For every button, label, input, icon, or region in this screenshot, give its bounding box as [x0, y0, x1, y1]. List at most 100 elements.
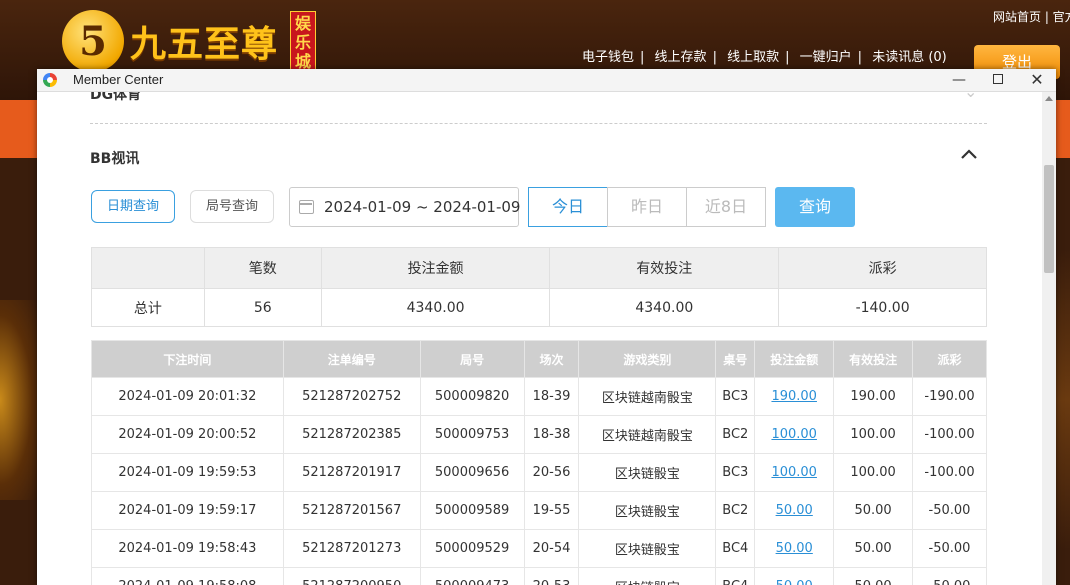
bet-amount-link[interactable]: 50.00	[776, 579, 813, 585]
table-cell: BC2	[715, 415, 756, 454]
table-cell: 2024-01-09 19:59:17	[91, 491, 284, 530]
nav-consolidate[interactable]: 一键归户	[800, 50, 852, 65]
summary-header-row: 笔数 投注金额 有效投注 派彩	[91, 247, 987, 289]
table-cell: 521287202385	[282, 415, 421, 454]
table-cell: 50.00	[833, 491, 914, 530]
table-cell: 100.00	[754, 453, 835, 492]
window-title: Member Center	[73, 72, 164, 87]
logo-emblem: 5	[62, 10, 124, 72]
tab-date-query[interactable]: 日期查询	[91, 190, 175, 223]
nav-wallet[interactable]: 电子钱包	[582, 50, 634, 65]
table-cell: 521287202752	[282, 377, 421, 416]
date-range-value: 2024-01-09 ~ 2024-01-09	[324, 198, 521, 216]
bet-amount-link[interactable]: 100.00	[771, 427, 817, 442]
bet-amount-link[interactable]: 190.00	[771, 389, 817, 404]
site-logo[interactable]: 5 九五至尊 娱乐城	[62, 10, 317, 72]
table-cell: 500009529	[419, 529, 525, 568]
payout-cell: -50.00	[912, 529, 987, 568]
column-header: 有效投注	[833, 340, 914, 378]
bet-details-table: 下注时间 注单编号 局号 场次 游戏类别 桌号 投注金额 有效投注 派彩 202…	[91, 340, 987, 585]
nav-withdraw[interactable]: 线上取款	[727, 50, 779, 65]
table-cell: 19-55	[523, 491, 580, 530]
table-row: 2024-01-09 20:01:32 521287202752 500009820…	[91, 377, 987, 416]
summary-header: 有效投注	[549, 247, 780, 289]
summary-cell: 总计	[91, 288, 205, 327]
column-header: 派彩	[912, 340, 987, 378]
background-decoration-left	[0, 300, 38, 500]
table-cell: 20-53	[523, 567, 580, 585]
table-cell: 18-39	[523, 377, 580, 416]
table-row: 2024-01-09 20:00:52 521287202385 500009753…	[91, 415, 987, 454]
table-cell: 20-54	[523, 529, 580, 568]
bet-amount-link[interactable]: 50.00	[776, 503, 813, 518]
table-cell: 区块链骰宝	[578, 529, 717, 568]
yesterday-button[interactable]: 昨日	[607, 187, 687, 227]
table-cell: 521287201567	[282, 491, 421, 530]
table-cell: 50.00	[754, 529, 835, 568]
payout-cell: -50.00	[912, 491, 987, 530]
table-cell: 2024-01-09 20:00:52	[91, 415, 284, 454]
nav-messages[interactable]: 未读讯息 (0)	[872, 50, 947, 65]
background-decoration-right	[1056, 250, 1070, 550]
table-cell: 18-38	[523, 415, 580, 454]
column-header: 注单编号	[282, 340, 421, 378]
column-header: 下注时间	[91, 340, 284, 378]
date-range-input[interactable]: 2024-01-09 ~ 2024-01-09	[289, 187, 521, 227]
section-dg-sports[interactable]: DG体育 ⌄	[90, 92, 987, 124]
maximize-button[interactable]	[978, 69, 1018, 92]
table-cell: 500009656	[419, 453, 525, 492]
section-bb-label: BB视讯	[90, 151, 140, 167]
table-cell: 521287201273	[282, 529, 421, 568]
table-cell: BC3	[715, 453, 756, 492]
vertical-scrollbar[interactable]	[1042, 92, 1056, 585]
table-row: 2024-01-09 19:59:53 521287201917 500009656…	[91, 453, 987, 492]
table-cell: 50.00	[754, 567, 835, 585]
chevron-down-icon: ⌄	[964, 92, 977, 101]
today-button[interactable]: 今日	[528, 187, 608, 227]
details-header-row: 下注时间 注单编号 局号 场次 游戏类别 桌号 投注金额 有效投注 派彩	[91, 340, 987, 378]
table-cell: BC4	[715, 529, 756, 568]
window-titlebar[interactable]: Member Center — ✕	[37, 69, 1056, 92]
scroll-up-icon[interactable]	[1045, 96, 1053, 101]
summary-header	[91, 247, 205, 289]
minimize-button[interactable]: —	[939, 69, 979, 92]
table-cell: 100.00	[754, 415, 835, 454]
table-cell: BC3	[715, 377, 756, 416]
table-cell: 521287200950	[282, 567, 421, 585]
scrollbar-thumb[interactable]	[1044, 165, 1054, 273]
payout-cell: -100.00	[912, 453, 987, 492]
tab-round-query[interactable]: 局号查询	[190, 190, 274, 223]
top-links[interactable]: 网站首页 | 官方	[993, 8, 1070, 25]
summary-total-row: 总计 56 4340.00 4340.00 -140.00	[91, 288, 987, 327]
table-cell: 50.00	[754, 491, 835, 530]
summary-table: 笔数 投注金额 有效投注 派彩 总计 56 4340.00 4340.00 -1…	[91, 247, 987, 327]
table-cell: 区块链骰宝	[578, 491, 717, 530]
payout-cell: -100.00	[912, 415, 987, 454]
table-cell: 50.00	[833, 529, 914, 568]
table-cell: 2024-01-09 19:58:43	[91, 529, 284, 568]
table-cell: 区块链越南骰宝	[578, 377, 717, 416]
last-8-days-button[interactable]: 近8日	[686, 187, 766, 227]
table-cell: 521287201917	[282, 453, 421, 492]
section-dg-label: DG体育	[90, 92, 142, 103]
table-cell: 190.00	[754, 377, 835, 416]
close-button[interactable]: ✕	[1017, 69, 1056, 92]
column-header: 游戏类别	[578, 340, 717, 378]
bet-amount-link[interactable]: 100.00	[771, 465, 817, 480]
nav-deposit[interactable]: 线上存款	[655, 50, 707, 65]
table-cell: 500009473	[419, 567, 525, 585]
member-center-window: Member Center — ✕ DG体育 ⌄ BB视讯 日期查询 局号查询 …	[37, 69, 1056, 585]
table-row: 2024-01-09 19:58:43 521287201273 500009529…	[91, 529, 987, 568]
calendar-icon	[299, 200, 314, 214]
chevron-up-icon[interactable]	[959, 146, 979, 162]
maximize-icon	[993, 74, 1003, 84]
table-cell: 区块链骰宝	[578, 567, 717, 585]
summary-cell: 56	[203, 288, 322, 327]
table-row: 2024-01-09 19:59:17 521287201567 500009589…	[91, 491, 987, 530]
summary-cell: 4340.00	[549, 288, 780, 327]
details-body: 2024-01-09 20:01:32 521287202752 500009820…	[91, 377, 987, 585]
table-cell: 500009753	[419, 415, 525, 454]
column-header: 局号	[419, 340, 525, 378]
bet-amount-link[interactable]: 50.00	[776, 541, 813, 556]
query-button[interactable]: 查询	[775, 187, 855, 227]
